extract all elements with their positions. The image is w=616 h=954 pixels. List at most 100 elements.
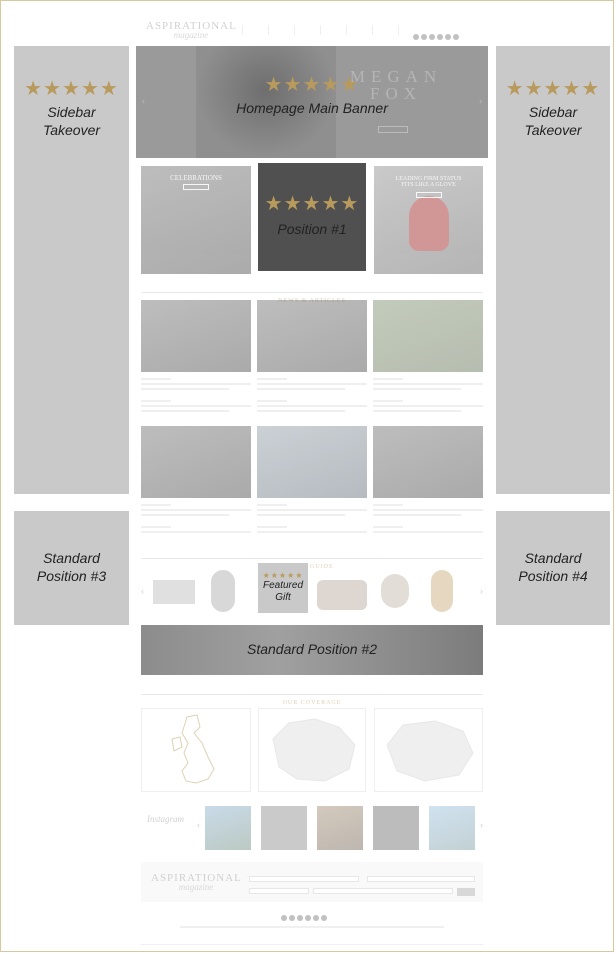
sidebar-takeover-left[interactable]: ★★★★★ Sidebar Takeover [14, 46, 129, 494]
subscribe-button[interactable] [457, 888, 475, 896]
news-grid [141, 300, 483, 540]
news-card-image[interactable] [373, 426, 483, 498]
social-icon[interactable] [453, 34, 459, 40]
rating-stars: ★★★★★ [264, 74, 360, 96]
rating-stars: ★★★★★ [24, 78, 119, 100]
rating-stars: ★★★★★ [262, 571, 304, 580]
instagram-photo[interactable] [205, 806, 251, 850]
nav-item[interactable] [268, 25, 294, 35]
ad-label: Sidebar Takeover [42, 104, 101, 138]
social-icons [412, 27, 474, 40]
footer-newsletter: ASPIRATIONAL magazine [141, 862, 483, 902]
ad-label: Standard Position #2 [247, 641, 377, 657]
news-card-image[interactable] [257, 300, 367, 372]
instagram-photo[interactable] [317, 806, 363, 850]
city-map-icon [386, 720, 474, 782]
site-logo[interactable]: ASPIRATIONAL magazine [146, 20, 236, 40]
gift-item-image[interactable] [381, 574, 409, 608]
gift-carousel: ‹ › [141, 566, 483, 616]
nav-item[interactable] [320, 25, 346, 35]
news-card-text [141, 504, 251, 533]
instagram-label: Instagram [147, 814, 185, 824]
instagram-strip: Instagram ‹ › [141, 800, 483, 856]
gift-item-image[interactable] [317, 580, 367, 610]
social-icon[interactable] [429, 34, 435, 40]
newsletter-email-field[interactable] [367, 876, 475, 882]
chevron-right-icon[interactable]: › [480, 820, 483, 830]
promo-card[interactable]: CELEBRATIONS [141, 166, 251, 274]
social-icon[interactable] [413, 34, 419, 40]
nav-item[interactable] [398, 25, 412, 35]
rating-stars: ★★★★★ [505, 78, 601, 100]
social-icon[interactable] [281, 915, 287, 921]
ad-label: Sidebar Takeover [524, 104, 582, 138]
chevron-left-icon[interactable]: ‹ [141, 586, 144, 596]
promo-button[interactable] [416, 192, 442, 198]
newsletter-field[interactable] [249, 888, 309, 894]
footer-logo[interactable]: ASPIRATIONAL magazine [151, 872, 241, 892]
featured-gift-ad[interactable]: ★★★★★ Featured Gift [258, 563, 308, 613]
social-icon[interactable] [289, 915, 295, 921]
standard-position-2-ad[interactable]: Standard Position #2 [141, 625, 483, 675]
site-header: ASPIRATIONAL magazine [142, 20, 486, 42]
homepage-main-banner[interactable]: MEGAN FOX ‹ › ★★★★★ Homepage Main Banner [136, 46, 488, 158]
instagram-photo[interactable] [261, 806, 307, 850]
news-card-image[interactable] [373, 300, 483, 372]
social-icon[interactable] [445, 34, 451, 40]
sidebar-takeover-right[interactable]: ★★★★★ Sidebar Takeover [496, 46, 610, 494]
social-icon[interactable] [321, 915, 327, 921]
promo-image [141, 166, 251, 274]
news-card-text [257, 378, 367, 412]
newsletter-name-field[interactable] [249, 876, 359, 882]
position-1-ad[interactable]: ★★★★★ Position #1 [258, 163, 366, 271]
nav-item[interactable] [242, 25, 268, 35]
social-icon[interactable] [313, 915, 319, 921]
banner-cta-button[interactable] [378, 126, 408, 133]
promo-card[interactable]: LEADING FIRM STATUS FITS LIKE A GLOVE [374, 166, 483, 274]
rating-stars: ★★★★★ [264, 193, 360, 215]
footer-text-line [180, 926, 444, 928]
boxing-glove-image [409, 196, 449, 251]
news-card-image[interactable] [141, 300, 251, 372]
ad-label: Position #1 [277, 221, 347, 237]
standard-position-3-ad[interactable]: Standard Position #3 [14, 511, 129, 625]
news-card-text [373, 504, 483, 533]
promo-title: CELEBRATIONS [170, 174, 222, 182]
news-card-text [141, 378, 251, 412]
gift-item-image[interactable] [211, 570, 235, 612]
ad-label: Homepage Main Banner [236, 100, 388, 116]
social-icon[interactable] [305, 915, 311, 921]
banner-ad-overlay: ★★★★★ Homepage Main Banner [136, 72, 488, 117]
nav-item[interactable] [346, 25, 372, 35]
promo-button[interactable] [183, 184, 209, 190]
nav-item[interactable] [294, 25, 320, 35]
gift-item-image[interactable] [431, 570, 453, 612]
coverage-map-city[interactable] [374, 708, 483, 792]
standard-position-4-ad[interactable]: Standard Position #4 [496, 511, 610, 625]
promo-title: LEADING FIRM STATUS FITS LIKE A GLOVE [395, 176, 462, 188]
social-icon[interactable] [421, 34, 427, 40]
footer-divider [141, 944, 483, 945]
ad-label: Standard Position #3 [36, 550, 107, 584]
social-icon[interactable] [437, 34, 443, 40]
chevron-left-icon[interactable]: ‹ [197, 820, 200, 830]
section-title: OUR COVERAGE [278, 700, 346, 706]
main-nav [242, 25, 412, 35]
nav-item[interactable] [372, 25, 398, 35]
instagram-photo[interactable] [373, 806, 419, 850]
news-card-image[interactable] [141, 426, 251, 498]
uk-map-icon [171, 714, 215, 784]
instagram-photo[interactable] [429, 806, 475, 850]
region-map-icon [272, 718, 356, 782]
chevron-right-icon[interactable]: › [480, 586, 483, 596]
ad-label: Standard Position #4 [518, 550, 588, 584]
news-card-text [257, 504, 367, 533]
coverage-map-uk[interactable] [141, 708, 251, 792]
coverage-map-region[interactable] [258, 708, 366, 792]
social-icon[interactable] [297, 915, 303, 921]
news-card-text [373, 378, 483, 412]
gift-item-image[interactable] [153, 580, 195, 604]
news-card-image[interactable] [257, 426, 367, 498]
footer-social-icons [280, 908, 344, 921]
newsletter-field[interactable] [313, 888, 453, 894]
